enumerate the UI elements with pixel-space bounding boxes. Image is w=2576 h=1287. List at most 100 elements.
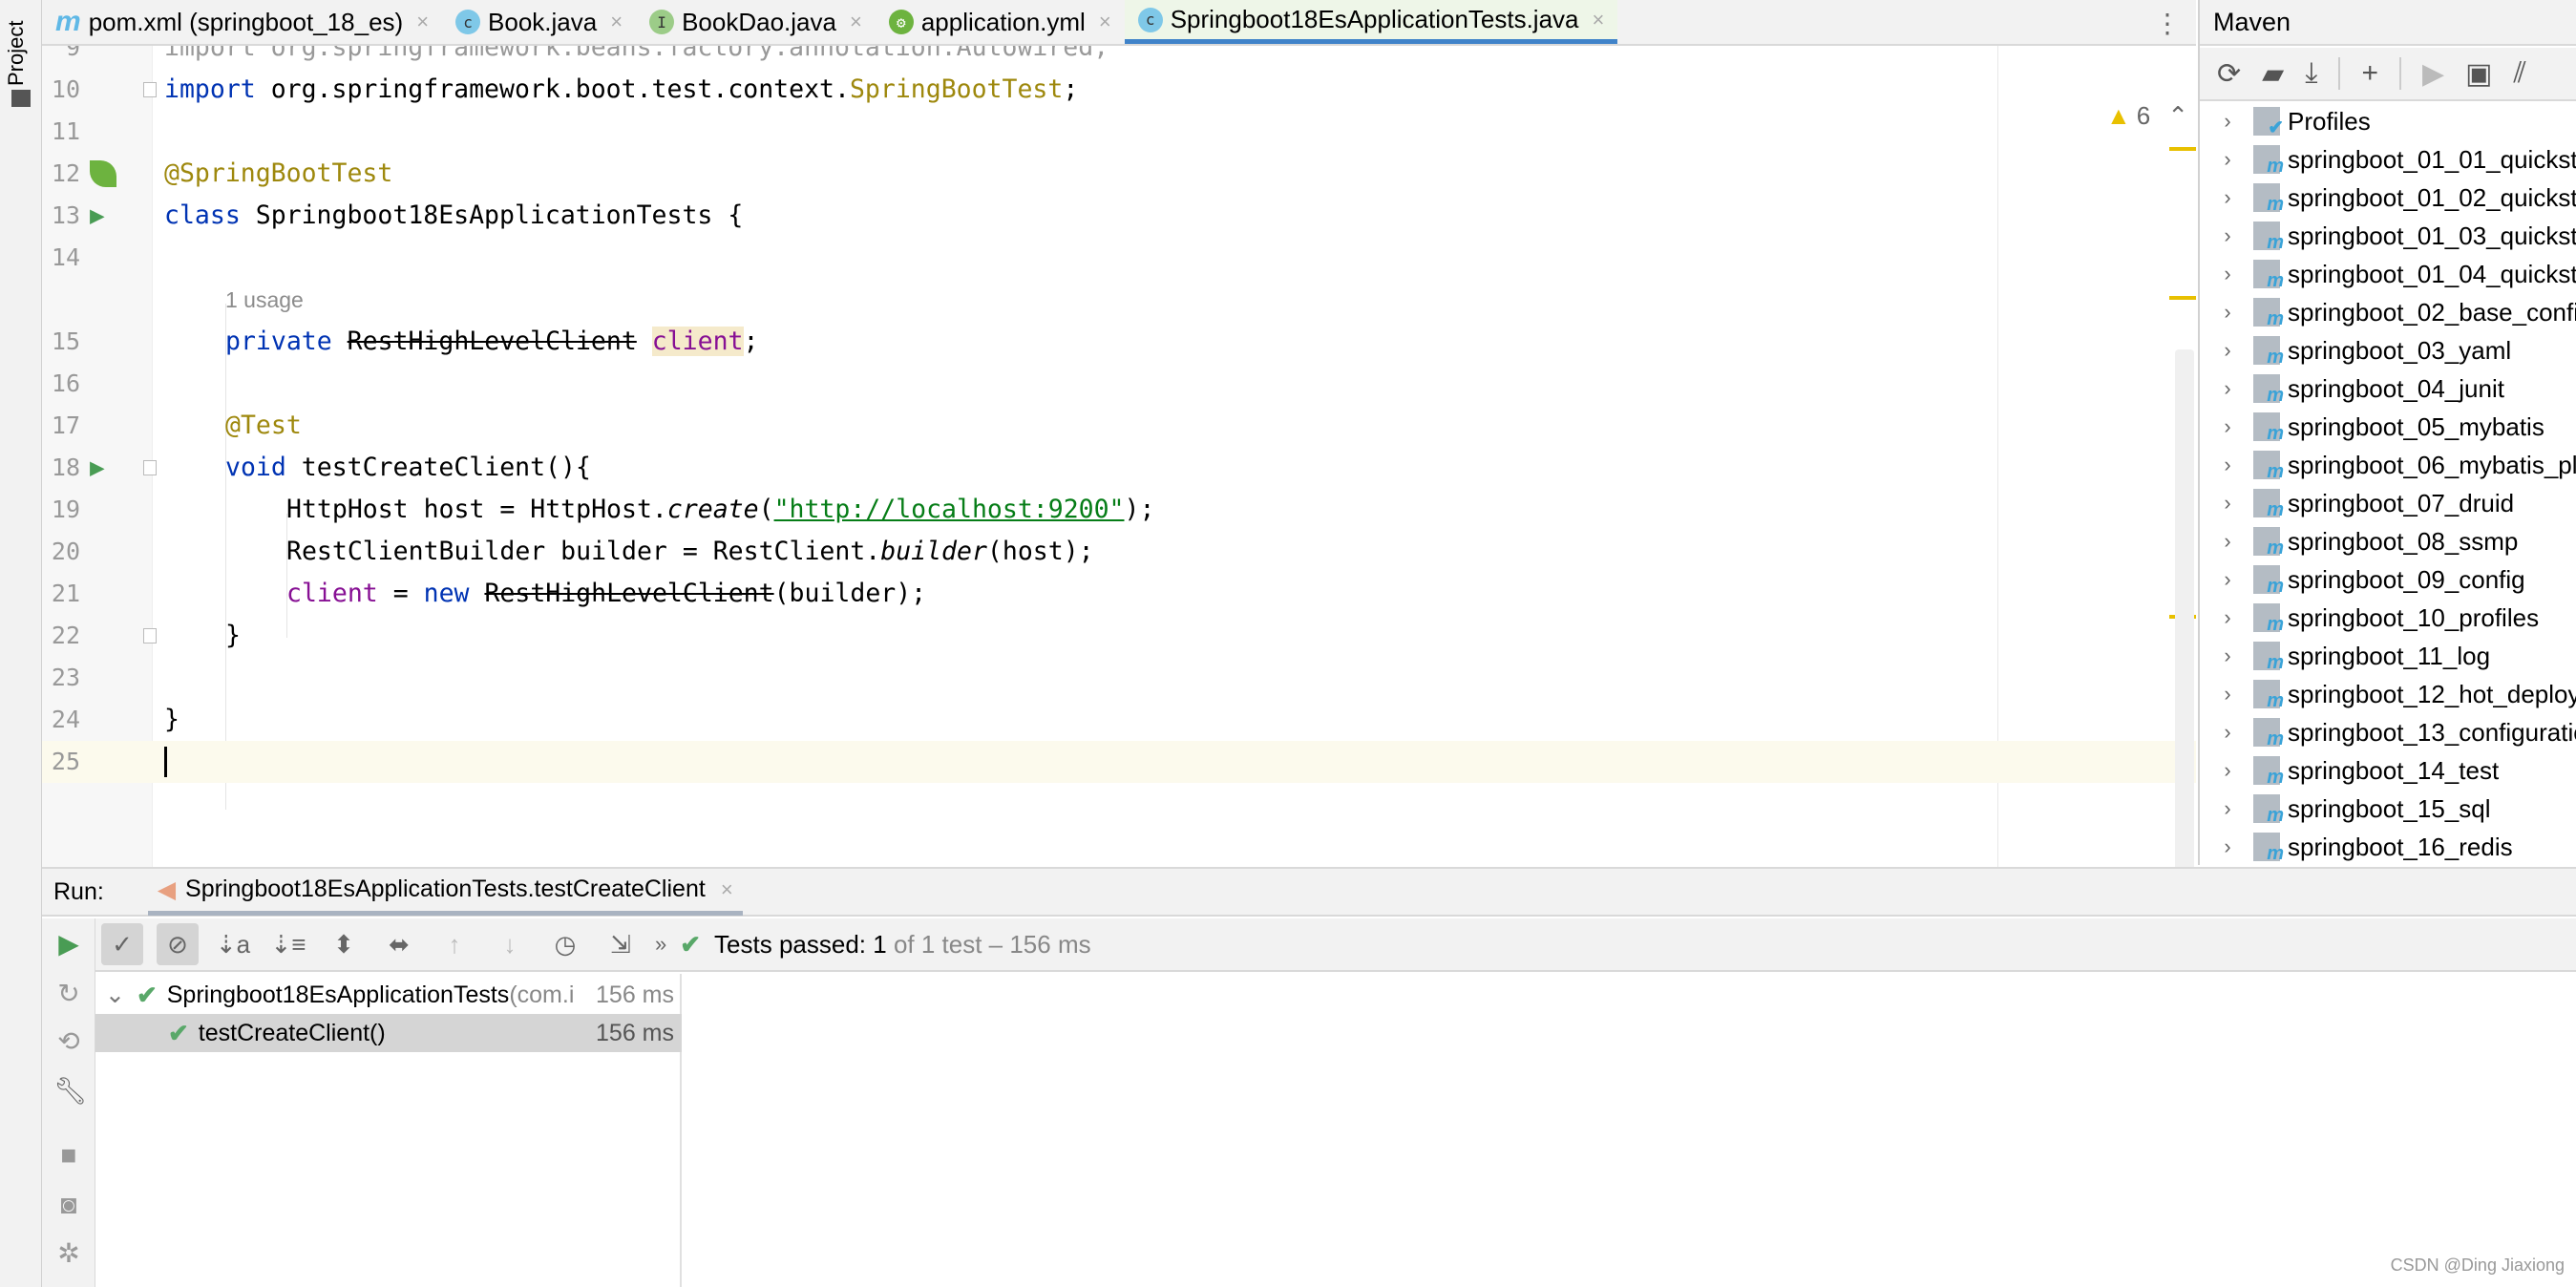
settings-wrench-icon[interactable]: 🔧︎	[53, 1075, 88, 1107]
chevron-down-icon[interactable]: ⌄	[105, 981, 125, 1009]
maven-item-label: springboot_03_yaml	[2288, 335, 2512, 365]
maven-project-item[interactable]: › m springboot_08_ssmp	[2200, 522, 2518, 560]
tab-book-java[interactable]: c Book.java ×	[442, 0, 636, 44]
maven-project-item[interactable]: › m springboot_01_03_quickstart	[2200, 217, 2576, 255]
close-icon[interactable]: ×	[416, 10, 429, 34]
sort-duration-icon[interactable]: ⇣≡	[267, 923, 309, 965]
next-test-icon[interactable]: ↓	[489, 923, 531, 965]
run-tab[interactable]: ◀ Springboot18EsApplicationTests.testCrea…	[147, 868, 743, 916]
chevron-right-icon[interactable]: ›	[2211, 758, 2244, 783]
expand-all-icon[interactable]: ⬍	[323, 923, 365, 965]
fold-icon[interactable]	[143, 82, 157, 97]
maven-project-item[interactable]: › m springboot_06_mybatis_plus	[2200, 446, 2576, 484]
more-icon[interactable]: »	[655, 932, 666, 957]
test-suite-row[interactable]: ⌄ ✔ Springboot18EsApplicationTests (com.i 1…	[95, 976, 682, 1014]
chevron-right-icon[interactable]: ›	[2211, 834, 2244, 859]
tab-springboot18esapplicationtests[interactable]: c Springboot18EsApplicationTests.java ×	[1124, 0, 1618, 44]
chevron-right-icon[interactable]: ›	[2211, 376, 2244, 401]
chevron-right-icon[interactable]: ›	[2211, 453, 2244, 477]
previous-test-icon[interactable]: ↑	[433, 923, 475, 965]
url-link[interactable]: "http://localhost:9200"	[774, 495, 1125, 524]
reload-folder-icon[interactable]: ▰	[2262, 57, 2284, 91]
maven-project-item[interactable]: › m springboot_16_redis	[2200, 828, 2512, 866]
close-icon[interactable]: ×	[1593, 8, 1605, 32]
maven-project-item[interactable]: › m springboot_15_sql	[2200, 790, 2490, 828]
chevron-right-icon[interactable]: ›	[2211, 644, 2244, 668]
show-passed-icon[interactable]: ✓	[101, 923, 143, 965]
maven-project-item[interactable]: › m springboot_01_01_quickstart	[2200, 140, 2576, 179]
collapse-all-icon[interactable]: ⬌	[378, 923, 420, 965]
run-test-icon[interactable]: ▶	[90, 202, 116, 229]
chevron-right-icon[interactable]: ›	[2211, 109, 2244, 134]
reload-icon[interactable]: ⟳	[2217, 57, 2241, 91]
chevron-right-icon[interactable]: ›	[2211, 262, 2244, 286]
project-tool-button[interactable]: Project	[4, 10, 29, 86]
test-history-icon[interactable]: ◷	[544, 923, 586, 965]
warning-marker[interactable]	[2169, 296, 2196, 300]
maven-profiles[interactable]: › ✔ Profiles	[2200, 102, 2370, 140]
chevron-right-icon[interactable]: ›	[2211, 796, 2244, 821]
run-icon[interactable]: ▶	[2422, 57, 2444, 91]
toggle-auto-test-icon[interactable]: ⟲	[53, 1025, 84, 1057]
code-editor[interactable]: 9 import org.springframework.beans.factor…	[42, 46, 2196, 867]
import-tests-icon[interactable]: ⇲	[600, 923, 642, 965]
maven-project-item[interactable]: › m springboot_05_mybatis	[2200, 408, 2544, 446]
chevron-right-icon[interactable]: ›	[2211, 147, 2244, 172]
chevron-right-icon[interactable]: ›	[2211, 338, 2244, 363]
tab-pom-xml[interactable]: m pom.xml (springboot_18_es) ×	[42, 0, 442, 44]
sort-alpha-icon[interactable]: ⇣a	[212, 923, 254, 965]
close-icon[interactable]: ×	[610, 10, 623, 34]
debug-icon[interactable]: ✲	[53, 1237, 84, 1269]
chevron-right-icon[interactable]: ›	[2211, 300, 2244, 325]
rerun-icon[interactable]: ▶	[53, 928, 84, 960]
maven-project-item[interactable]: › m springboot_14_test	[2200, 751, 2499, 790]
spring-bean-icon[interactable]	[90, 160, 116, 187]
maven-project-item[interactable]: › m springboot_07_druid	[2200, 484, 2514, 522]
execute-goal-icon[interactable]: ▣	[2465, 57, 2492, 91]
tab-application-yml[interactable]: ⚙ application.yml ×	[876, 0, 1125, 44]
tab-bookdao-java[interactable]: I BookDao.java ×	[636, 0, 876, 44]
maven-project-item[interactable]: › m springboot_01_04_quickstart	[2200, 255, 2576, 293]
maven-project-item[interactable]: › mspringboot_02_base_configuration	[2200, 293, 2576, 331]
folder-icon	[11, 90, 31, 107]
fold-icon[interactable]	[143, 628, 157, 644]
maven-project-item[interactable]: › m springboot_03_yaml	[2200, 331, 2511, 369]
fold-icon[interactable]	[143, 460, 157, 475]
maven-project-item[interactable]: › m springboot_09_config	[2200, 560, 2524, 599]
editor-scrollbar[interactable]	[2175, 349, 2194, 867]
show-ignored-icon[interactable]: ⊘	[157, 923, 199, 965]
maven-project-item[interactable]: › m springboot_10_profiles	[2200, 599, 2539, 637]
maven-item-label: springboot_01_01_quickstart	[2288, 144, 2576, 174]
stop-icon[interactable]: ■	[53, 1140, 84, 1171]
maven-project-item[interactable]: › m springboot_01_02_quickstart	[2200, 179, 2576, 217]
close-icon[interactable]: ×	[850, 10, 862, 34]
download-icon[interactable]: ⤓	[2305, 57, 2317, 90]
rerun-failed-icon[interactable]: ↻	[53, 978, 84, 1009]
watermark: CSDN @Ding Jiaxiong	[2390, 1255, 2565, 1275]
chevron-right-icon[interactable]: ›	[2211, 605, 2244, 630]
warning-marker[interactable]	[2169, 147, 2196, 151]
close-icon[interactable]: ×	[1099, 10, 1111, 34]
previous-highlight-icon[interactable]: ⌃	[2167, 101, 2188, 131]
usage-hint[interactable]: 1 usage	[225, 279, 304, 321]
run-test-icon[interactable]: ▶	[90, 454, 116, 481]
chevron-right-icon[interactable]: ›	[2211, 491, 2244, 516]
inspection-widget[interactable]: ▲6⌃⌄	[2106, 101, 2196, 131]
chevron-right-icon[interactable]: ›	[2211, 414, 2244, 439]
chevron-right-icon[interactable]: ›	[2211, 185, 2244, 210]
chevron-right-icon[interactable]: ›	[2211, 567, 2244, 592]
skip-tests-icon[interactable]: ⫽	[2513, 57, 2525, 90]
test-method-row[interactable]: ✔ testCreateClient() 156 ms	[95, 1014, 682, 1052]
maven-project-item[interactable]: › m springboot_11_log	[2200, 637, 2490, 675]
maven-project-item[interactable]: › m springboot_13_configuration	[2200, 713, 2576, 751]
chevron-right-icon[interactable]: ›	[2211, 223, 2244, 248]
more-tabs-icon[interactable]: ⋮	[2154, 8, 2181, 39]
add-icon[interactable]: +	[2361, 57, 2378, 90]
chevron-right-icon[interactable]: ›	[2211, 529, 2244, 554]
maven-project-item[interactable]: › m springboot_04_junit	[2200, 369, 2504, 408]
close-icon[interactable]: ×	[721, 877, 733, 902]
maven-project-item[interactable]: › m springboot_12_hot_deploy	[2200, 675, 2576, 713]
screenshot-icon[interactable]: ◙	[53, 1190, 84, 1220]
chevron-right-icon[interactable]: ›	[2211, 720, 2244, 745]
chevron-right-icon[interactable]: ›	[2211, 682, 2244, 707]
